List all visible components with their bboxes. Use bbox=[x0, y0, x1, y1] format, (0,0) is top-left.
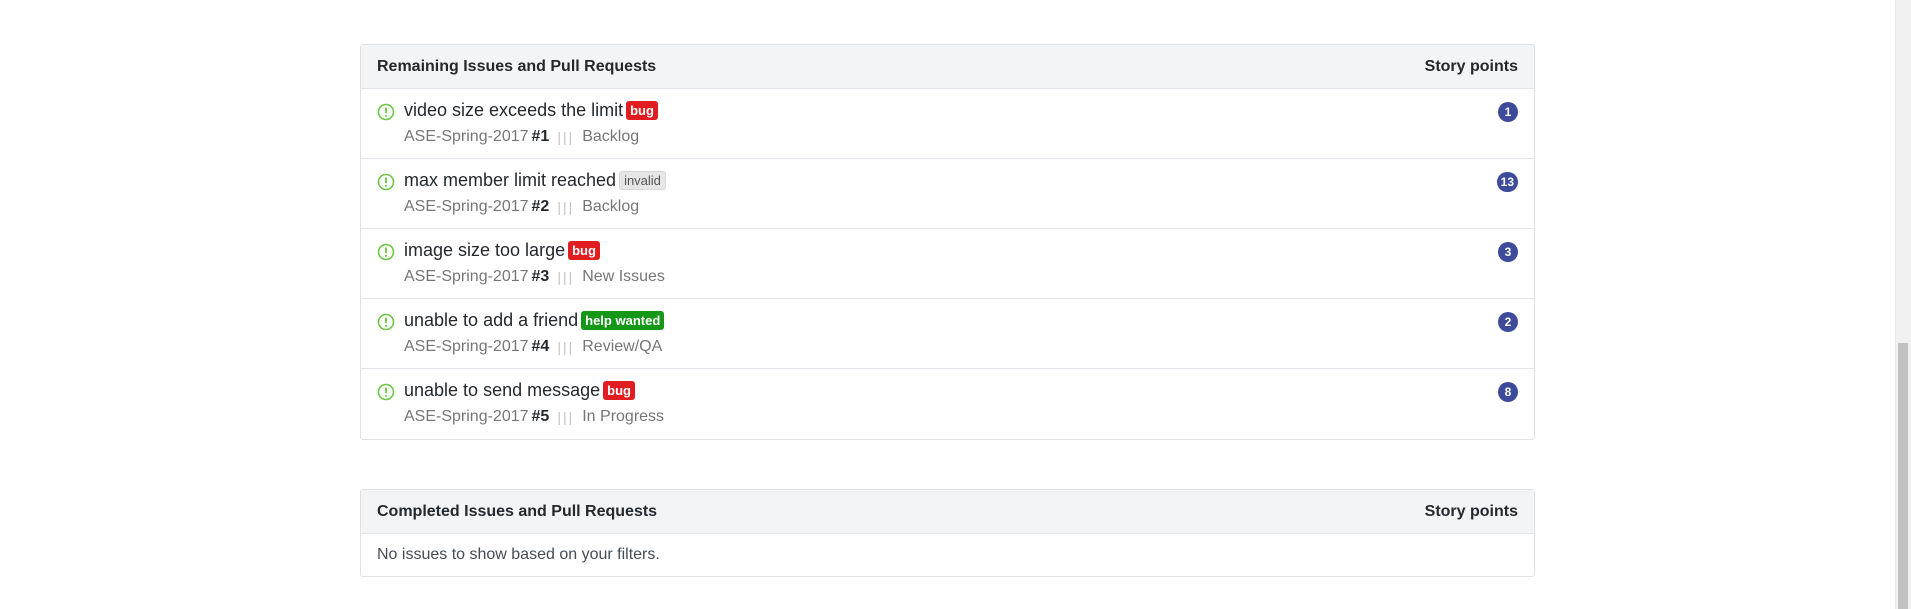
empty-state-message: No issues to show based on your filters. bbox=[377, 546, 660, 563]
issue-pipeline-column: Backlog bbox=[582, 128, 640, 145]
issue-title-link[interactable]: video size exceeds the limit bbox=[404, 100, 623, 121]
issue-row: unable to send message bug ASE-Spring-20… bbox=[361, 369, 1534, 439]
completed-issues-header: Completed Issues and Pull Requests Story… bbox=[361, 490, 1534, 534]
issue-pipeline-column: Backlog bbox=[582, 198, 640, 215]
issue-label[interactable]: bug bbox=[603, 381, 635, 400]
issue-opened-icon bbox=[377, 313, 395, 331]
story-points-badge: 2 bbox=[1498, 312, 1518, 332]
issue-opened-icon bbox=[377, 243, 395, 261]
column-icon: ||| bbox=[557, 129, 575, 145]
issue-title-link[interactable]: unable to send message bbox=[404, 380, 600, 401]
issue-number[interactable]: #3 bbox=[532, 268, 550, 286]
column-icon: ||| bbox=[557, 409, 575, 425]
issue-label[interactable]: invalid bbox=[619, 171, 666, 190]
story-points-badge: 13 bbox=[1496, 172, 1518, 192]
issue-repo-link[interactable]: ASE-Spring-2017 bbox=[404, 128, 529, 146]
scrollbar-thumb[interactable] bbox=[1898, 343, 1908, 609]
issue-row: image size too large bug ASE-Spring-2017… bbox=[361, 229, 1534, 299]
issue-row: max member limit reached invalid ASE-Spr… bbox=[361, 159, 1534, 229]
issue-opened-icon bbox=[377, 383, 395, 401]
issue-label[interactable]: help wanted bbox=[581, 311, 665, 330]
issue-opened-icon bbox=[377, 173, 395, 191]
issue-pipeline-column: In Progress bbox=[582, 408, 665, 425]
issue-number[interactable]: #4 bbox=[532, 338, 550, 356]
issue-pipeline-column: New Issues bbox=[582, 268, 665, 285]
completed-issues-panel: Completed Issues and Pull Requests Story… bbox=[360, 489, 1535, 577]
column-icon: ||| bbox=[557, 199, 575, 215]
story-points-badge: 3 bbox=[1498, 242, 1518, 262]
issue-pipeline-column: Review/QA bbox=[582, 338, 663, 355]
story-points-header: Story points bbox=[1424, 57, 1518, 75]
column-icon: ||| bbox=[557, 339, 575, 355]
completed-issues-title: Completed Issues and Pull Requests bbox=[377, 502, 658, 520]
remaining-issues-panel: Remaining Issues and Pull Requests Story… bbox=[360, 44, 1535, 440]
issue-label[interactable]: bug bbox=[568, 241, 600, 260]
issue-repo-link[interactable]: ASE-Spring-2017 bbox=[404, 408, 529, 426]
issue-repo-link[interactable]: ASE-Spring-2017 bbox=[404, 338, 529, 356]
issue-label[interactable]: bug bbox=[626, 101, 658, 120]
issue-title-link[interactable]: image size too large bbox=[404, 240, 565, 261]
issue-title-link[interactable]: max member limit reached bbox=[404, 170, 616, 191]
story-points-badge: 1 bbox=[1498, 102, 1518, 122]
issue-number[interactable]: #5 bbox=[532, 408, 550, 426]
issue-repo-link[interactable]: ASE-Spring-2017 bbox=[404, 198, 529, 216]
column-icon: ||| bbox=[557, 269, 575, 285]
story-points-badge: 8 bbox=[1498, 382, 1518, 402]
issue-opened-icon bbox=[377, 103, 395, 121]
remaining-issues-title: Remaining Issues and Pull Requests bbox=[377, 57, 657, 75]
issue-list: video size exceeds the limit bug ASE-Spr… bbox=[361, 89, 1534, 439]
issue-number[interactable]: #2 bbox=[532, 198, 550, 216]
issue-title-link[interactable]: unable to add a friend bbox=[404, 310, 578, 331]
story-points-header: Story points bbox=[1424, 502, 1518, 520]
remaining-issues-header: Remaining Issues and Pull Requests Story… bbox=[361, 45, 1534, 89]
issue-row: unable to add a friend help wanted ASE-S… bbox=[361, 299, 1534, 369]
issue-repo-link[interactable]: ASE-Spring-2017 bbox=[404, 268, 529, 286]
issue-row: video size exceeds the limit bug ASE-Spr… bbox=[361, 89, 1534, 159]
issue-number[interactable]: #1 bbox=[532, 128, 550, 146]
